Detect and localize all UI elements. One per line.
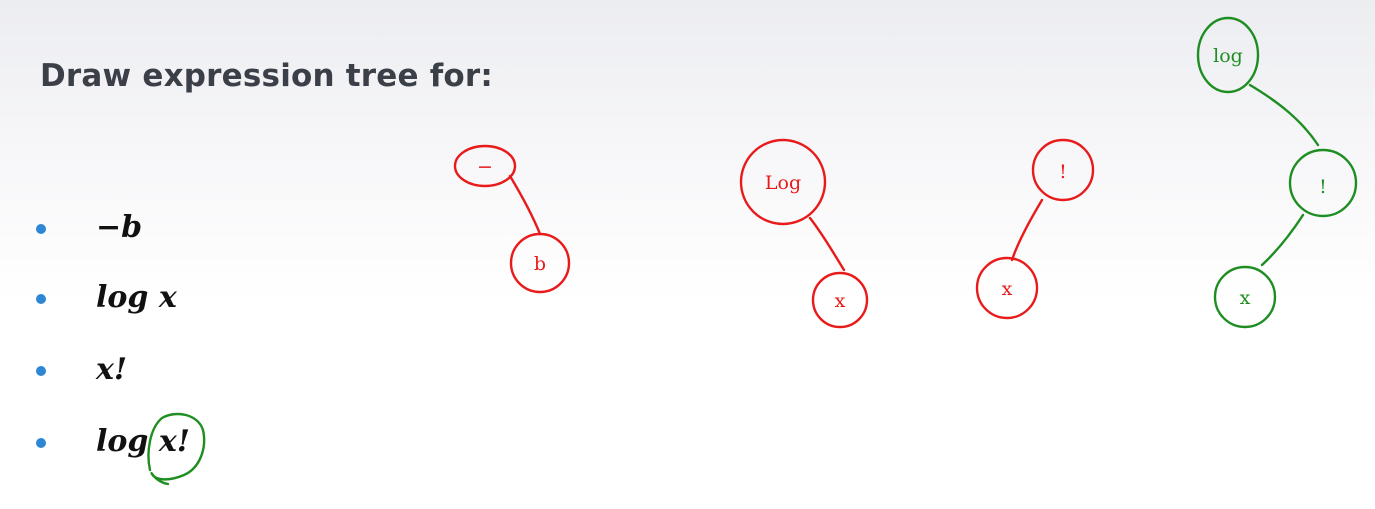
tree-node-label: ! bbox=[1059, 161, 1067, 183]
tree-node-label: ! bbox=[1319, 176, 1327, 198]
tree-node-label: x bbox=[1240, 287, 1251, 309]
tree-edge bbox=[1010, 198, 1044, 262]
tree-node-label: b bbox=[534, 253, 546, 275]
tree-node-label: − bbox=[477, 156, 493, 178]
tree-edge bbox=[1248, 83, 1320, 147]
ink-annotations: − b Log x ! x log ! x bbox=[147, 16, 1358, 486]
ink-circle-x-factorial bbox=[147, 412, 206, 486]
tree-node-label: x bbox=[835, 290, 846, 312]
tree-log-x-factorial: log ! x bbox=[1196, 16, 1358, 329]
tree-node-label: x bbox=[1002, 278, 1013, 300]
tree-x-factorial: ! x bbox=[975, 138, 1095, 320]
tree-edge bbox=[508, 174, 542, 236]
tree-edge bbox=[808, 216, 846, 272]
tree-log-x: Log x bbox=[739, 138, 869, 329]
tree-neg-b: − b bbox=[453, 144, 571, 294]
tree-edge bbox=[1260, 213, 1305, 267]
tree-node-label: log bbox=[1213, 45, 1243, 67]
tree-node-label: Log bbox=[765, 172, 801, 194]
